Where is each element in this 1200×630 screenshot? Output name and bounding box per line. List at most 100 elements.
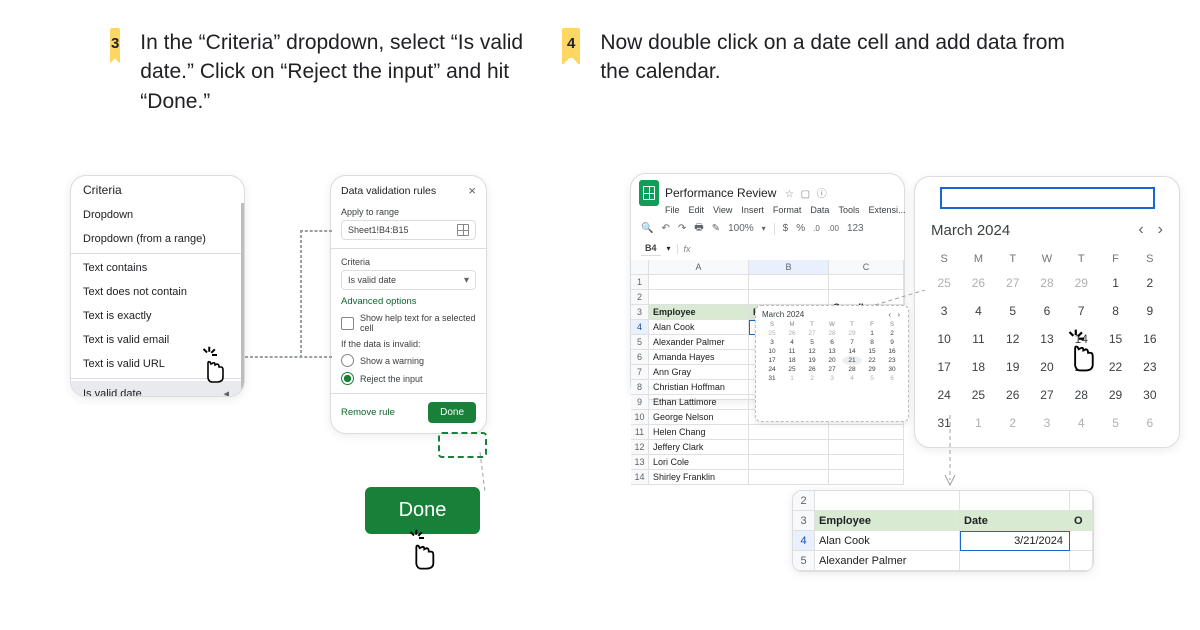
calendar-day[interactable]: 23 (1133, 353, 1167, 381)
done-button-small[interactable]: Done (428, 402, 476, 423)
calendar-day[interactable]: 23 (882, 356, 902, 365)
range-picker-icon[interactable] (457, 224, 469, 236)
calendar-day[interactable]: 22 (1098, 353, 1132, 381)
criteria-option[interactable]: Is valid date ◂ (71, 381, 241, 397)
calendar-day[interactable]: 4 (782, 338, 802, 347)
menu-item[interactable]: Format (773, 205, 802, 215)
close-icon[interactable]: × (468, 184, 476, 197)
calendar-day[interactable]: 5 (996, 297, 1030, 325)
calendar-day[interactable]: 6 (822, 338, 842, 347)
calendar-day[interactable]: 16 (1133, 325, 1167, 353)
calendar-day[interactable]: 1 (961, 409, 995, 437)
calendar-day[interactable]: 13 (1030, 325, 1064, 353)
calendar-day[interactable]: 14 (1064, 325, 1098, 353)
search-icon[interactable]: 🔍 (641, 223, 653, 234)
print-icon[interactable]: 🖶 (694, 220, 703, 237)
calendar-day[interactable]: 11 (961, 325, 995, 353)
prev-month-icon[interactable]: ‹ (1138, 221, 1143, 239)
calendar-day[interactable]: 26 (802, 365, 822, 374)
calendar-day[interactable]: 11 (782, 347, 802, 356)
calendar-day[interactable]: 31 (762, 374, 782, 383)
date-input[interactable] (940, 187, 1155, 209)
calendar-day[interactable]: 29 (842, 329, 862, 338)
calendar-day[interactable]: 15 (862, 347, 882, 356)
name-box[interactable]: B4 (641, 241, 661, 256)
calendar-day[interactable]: 5 (802, 338, 822, 347)
calendar-day[interactable]: 30 (1133, 381, 1167, 409)
calendar-day[interactable]: 5 (862, 374, 882, 383)
calendar-day[interactable]: 28 (842, 365, 862, 374)
calendar-day[interactable]: 25 (782, 365, 802, 374)
calendar-day[interactable]: 3 (822, 374, 842, 383)
calendar-day[interactable]: 26 (782, 329, 802, 338)
undo-icon[interactable]: ↶ (661, 223, 669, 234)
calendar-day[interactable]: 18 (782, 356, 802, 365)
calendar-day[interactable]: 19 (996, 353, 1030, 381)
calendar-day[interactable]: 10 (927, 325, 961, 353)
criteria-select[interactable]: Is valid date ▾ (341, 270, 476, 290)
calendar-day[interactable]: 29 (1064, 269, 1098, 297)
apply-range-input[interactable]: Sheet1!B4:B15 (341, 220, 476, 240)
menu-item[interactable]: Data (810, 205, 829, 215)
calendar-day[interactable]: 3 (1030, 409, 1064, 437)
calendar-day[interactable]: 9 (1133, 297, 1167, 325)
calendar-day[interactable]: 8 (1098, 297, 1132, 325)
calendar-day[interactable]: 26 (961, 269, 995, 297)
calendar-day[interactable]: 10 (762, 347, 782, 356)
radio-show-warning[interactable] (341, 354, 354, 367)
criteria-option[interactable]: Text is valid email (71, 328, 241, 352)
redo-icon[interactable]: ↷ (678, 223, 686, 234)
calendar-day[interactable]: 16 (882, 347, 902, 356)
calendar-day[interactable]: 28 (1064, 381, 1098, 409)
calendar-day[interactable]: 9 (882, 338, 902, 347)
next-month-icon[interactable]: › (897, 310, 902, 319)
menu-item[interactable]: File (665, 205, 680, 215)
criteria-option[interactable]: Text is exactly (71, 304, 241, 328)
calendar-day[interactable]: 31 (927, 409, 961, 437)
calendar-day[interactable]: 28 (822, 329, 842, 338)
calendar-day[interactable]: 3 (762, 338, 782, 347)
criteria-option[interactable]: Text contains (71, 256, 241, 280)
calendar-day[interactable]: 20 (822, 356, 842, 365)
show-help-checkbox[interactable] (341, 317, 354, 330)
criteria-option[interactable]: Dropdown (from a range) (71, 227, 241, 251)
calendar-day[interactable]: 2 (882, 329, 902, 338)
calendar-day[interactable]: 15 (1098, 325, 1132, 353)
calendar-day[interactable]: 22 (862, 356, 882, 365)
calendar-day[interactable]: 17 (927, 353, 961, 381)
calendar-day[interactable]: 21 (1064, 353, 1098, 381)
doc-title-icons[interactable]: ☆ ▢ ⓘ (785, 189, 829, 200)
menu-item[interactable]: Extensi... (868, 205, 905, 215)
menu-item[interactable]: View (713, 205, 732, 215)
calendar-day[interactable]: 12 (802, 347, 822, 356)
menu-item[interactable]: Tools (838, 205, 859, 215)
calendar-day[interactable]: 4 (842, 374, 862, 383)
calendar-day[interactable]: 13 (822, 347, 842, 356)
calendar-day[interactable]: 24 (762, 365, 782, 374)
calendar-day[interactable]: 2 (802, 374, 822, 383)
calendar-day[interactable]: 6 (1133, 409, 1167, 437)
calendar-day[interactable]: 2 (1133, 269, 1167, 297)
criteria-option[interactable]: Text does not contain (71, 280, 241, 304)
calendar-day[interactable]: 2 (996, 409, 1030, 437)
calendar-day[interactable]: 28 (1030, 269, 1064, 297)
advanced-options-link[interactable]: Advanced options (341, 296, 476, 307)
calendar-day[interactable]: 29 (1098, 381, 1132, 409)
prev-month-icon[interactable]: ‹ (888, 310, 893, 319)
calendar-day[interactable]: 27 (996, 269, 1030, 297)
radio-reject-input[interactable] (341, 372, 354, 385)
calendar-day[interactable]: 20 (1030, 353, 1064, 381)
calendar-day[interactable]: 3 (927, 297, 961, 325)
calendar-day[interactable]: 7 (842, 338, 862, 347)
calendar-day[interactable]: 27 (802, 329, 822, 338)
calendar-day[interactable]: 25 (762, 329, 782, 338)
calendar-day[interactable]: 18 (961, 353, 995, 381)
calendar-day[interactable]: 1 (782, 374, 802, 383)
calendar-day[interactable]: 8 (862, 338, 882, 347)
calendar-day[interactable]: 1 (1098, 269, 1132, 297)
mini-calendar-popup[interactable]: March 2024 ‹ › SMTWTFS252627282912345678… (755, 305, 909, 422)
remove-rule-button[interactable]: Remove rule (341, 407, 395, 418)
calendar-day[interactable]: 14 (842, 347, 862, 356)
calendar-day[interactable]: 6 (1030, 297, 1064, 325)
calendar-day[interactable]: 12 (996, 325, 1030, 353)
